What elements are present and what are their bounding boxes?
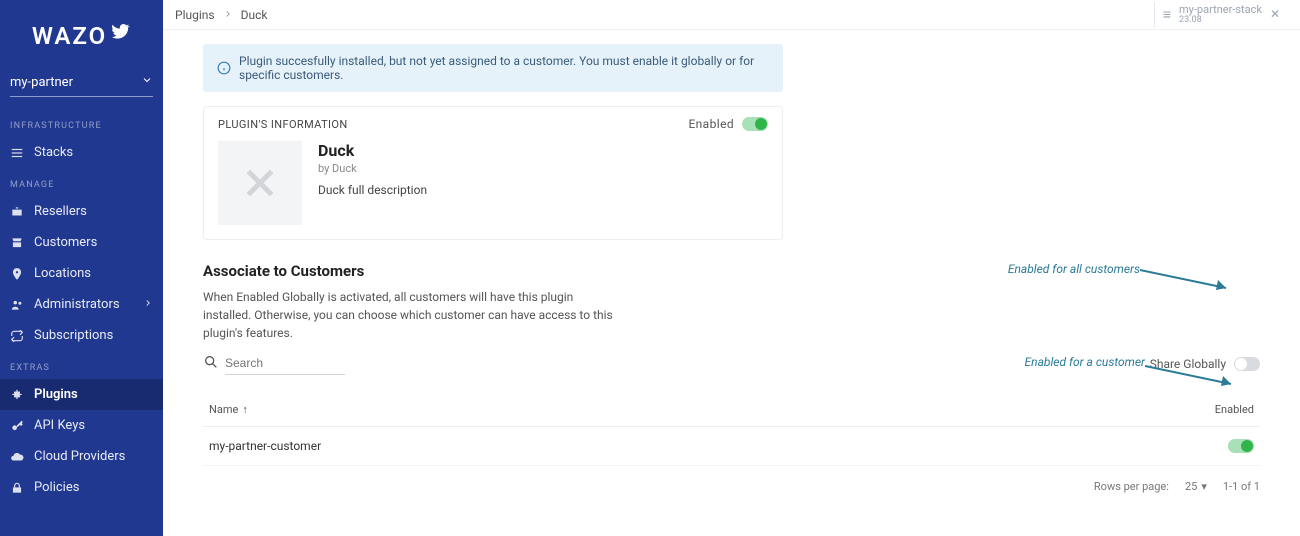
column-header-name[interactable]: Name ↑	[209, 403, 1194, 416]
rows-per-page-select[interactable]: 25 ▾	[1185, 480, 1207, 493]
sidebar-item-policies[interactable]: Policies	[0, 472, 163, 503]
loop-icon	[10, 329, 24, 343]
sidebar-item-label: Cloud Providers	[34, 449, 125, 464]
chevron-right-icon	[223, 8, 233, 22]
sidebar: WAZO my-partner INFRASTRUCTURE Stacks MA…	[0, 0, 163, 536]
sidebar-item-plugins[interactable]: Plugins	[0, 379, 163, 410]
sidebar-item-resellers[interactable]: Resellers	[0, 196, 163, 227]
sidebar-item-label: API Keys	[34, 418, 85, 433]
stack-version: 23.08	[1179, 16, 1262, 26]
info-alert: Plugin succesfully installed, but not ye…	[203, 44, 783, 92]
info-icon	[217, 61, 231, 75]
customers-table: Name ↑ Enabled my-partner-customer	[203, 393, 1260, 466]
sidebar-item-label: Administrators	[34, 297, 120, 312]
nav-section-header: INFRASTRUCTURE	[0, 109, 163, 137]
tenant-name: my-partner	[10, 75, 73, 90]
enabled-label: Enabled	[688, 117, 734, 131]
card-header-title: PLUGIN'S INFORMATION	[218, 118, 348, 131]
search-icon	[203, 354, 219, 374]
nav-section-header: MANAGE	[0, 168, 163, 196]
search-input[interactable]	[225, 352, 345, 375]
sidebar-item-label: Plugins	[34, 387, 78, 402]
breadcrumb: Plugins Duck	[175, 8, 267, 22]
table-pager: Rows per page: 25 ▾ 1-1 of 1	[203, 480, 1260, 493]
chevron-right-icon	[143, 297, 153, 312]
caret-down-icon: ▾	[1201, 480, 1207, 493]
menu-icon	[10, 146, 24, 160]
nav-section-header: EXTRAS	[0, 351, 163, 379]
puzzle-icon	[10, 388, 24, 402]
stack-chip[interactable]: ≡ my-partner-stack 23.08 ✕	[1154, 2, 1288, 28]
plugin-description: Duck full description	[318, 183, 427, 197]
close-icon[interactable]: ✕	[1270, 7, 1280, 21]
people-icon	[10, 298, 24, 312]
brand-text: WAZO	[32, 22, 107, 50]
rows-per-page-label: Rows per page:	[1094, 480, 1169, 493]
cloud-icon	[10, 450, 24, 464]
chevron-down-icon	[141, 74, 153, 90]
row-enabled-toggle[interactable]	[1228, 439, 1254, 453]
placeholder-x-icon	[240, 163, 280, 203]
sidebar-item-label: Customers	[34, 235, 97, 250]
tenant-selector[interactable]: my-partner	[10, 68, 153, 97]
stack-name: my-partner-stack	[1179, 4, 1262, 16]
sidebar-item-administrators[interactable]: Administrators	[0, 289, 163, 320]
bird-icon	[111, 23, 131, 41]
plugin-enabled-toggle[interactable]	[742, 117, 768, 131]
sidebar-item-label: Locations	[34, 266, 91, 281]
store-icon	[10, 236, 24, 250]
sidebar-item-label: Policies	[34, 480, 79, 495]
customer-name: my-partner-customer	[209, 439, 1194, 453]
alert-text: Plugin succesfully installed, but not ye…	[239, 54, 769, 82]
plugin-title: Duck	[318, 141, 427, 160]
pin-icon	[10, 267, 24, 281]
sidebar-item-label: Subscriptions	[34, 328, 113, 343]
topbar: Plugins Duck ≡ my-partner-stack 23.08 ✕	[163, 0, 1300, 30]
sort-asc-icon: ↑	[242, 403, 248, 416]
key-icon	[10, 419, 24, 433]
sidebar-item-subscriptions[interactable]: Subscriptions	[0, 320, 163, 351]
plugin-thumbnail	[218, 141, 302, 225]
sidebar-item-label: Resellers	[34, 204, 87, 219]
lock-icon	[10, 481, 24, 495]
plugin-card: PLUGIN'S INFORMATION Enabled Duck by Duc…	[203, 106, 783, 240]
sidebar-item-cloud-providers[interactable]: Cloud Providers	[0, 441, 163, 472]
breadcrumb-current: Duck	[241, 8, 268, 22]
sidebar-item-customers[interactable]: Customers	[0, 227, 163, 258]
briefcase-icon	[10, 205, 24, 219]
list-icon: ≡	[1163, 6, 1171, 23]
brand-logo: WAZO	[0, 14, 163, 68]
sidebar-item-label: Stacks	[34, 145, 73, 160]
share-globally-label: Share Globally	[1150, 357, 1226, 371]
plugin-author: by Duck	[318, 162, 427, 175]
pager-range: 1-1 of 1	[1223, 480, 1260, 493]
breadcrumb-root[interactable]: Plugins	[175, 8, 215, 22]
table-row[interactable]: my-partner-customer	[203, 427, 1260, 466]
associate-description: When Enabled Globally is activated, all …	[203, 288, 623, 342]
associate-title: Associate to Customers	[203, 262, 1260, 280]
sidebar-item-stacks[interactable]: Stacks	[0, 137, 163, 168]
share-globally-toggle[interactable]	[1234, 357, 1260, 371]
sidebar-item-api-keys[interactable]: API Keys	[0, 410, 163, 441]
column-header-enabled: Enabled	[1194, 403, 1254, 416]
sidebar-item-locations[interactable]: Locations	[0, 258, 163, 289]
